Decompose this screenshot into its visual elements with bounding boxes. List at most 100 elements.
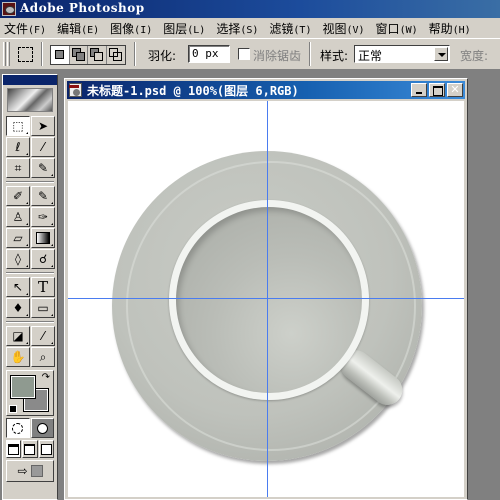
magic-wand-tool[interactable]: ⁄: [31, 137, 55, 157]
subtract-from-selection-button[interactable]: [88, 46, 107, 64]
add-to-selection-button[interactable]: [70, 46, 88, 64]
tool-group-navigation: ◪ ⁄ ✋ ⌕: [3, 325, 57, 368]
history-brush-icon: ✑: [37, 210, 49, 224]
eraser-tool[interactable]: ▱: [6, 228, 30, 248]
adobe-online-logo[interactable]: [7, 88, 53, 112]
menu-layer-accel: (L): [187, 24, 206, 36]
pen-icon: ♦: [12, 301, 24, 315]
antialias-checkbox[interactable]: [238, 48, 250, 60]
options-separator-2: [134, 42, 136, 66]
menu-window-label: 窗口: [375, 21, 400, 36]
new-selection-button[interactable]: [51, 46, 70, 64]
move-tool[interactable]: ➤: [31, 116, 55, 136]
photoshop-eye-icon[interactable]: [2, 2, 16, 16]
horizontal-guide[interactable]: [68, 298, 464, 299]
rectangle-icon: ▭: [37, 301, 49, 315]
intersect-selection-icon-2: [112, 52, 122, 61]
marquee-icon: ⬚: [12, 119, 24, 133]
jump-to-imageready-button[interactable]: ⇨: [6, 460, 54, 482]
notes-tool[interactable]: ◪: [6, 326, 30, 346]
slice-icon: ✎: [37, 161, 49, 175]
magnifier-icon: ⌕: [39, 349, 47, 364]
crop-icon: ⌗: [14, 160, 22, 175]
options-bar-grip[interactable]: [3, 42, 6, 66]
slice-tool[interactable]: ✎: [31, 158, 55, 178]
toolbox-divider: [6, 272, 54, 274]
width-label: 宽度:: [460, 49, 489, 63]
standard-screen-button[interactable]: [6, 440, 22, 458]
swap-colors-icon[interactable]: ↷: [42, 372, 50, 383]
foreground-color-swatch[interactable]: [10, 375, 36, 399]
menu-bar: 文件(F) 编辑(E) 图像(I) 图层(L) 选择(S) 滤镜(T) 视图(V…: [0, 18, 500, 38]
minimize-button[interactable]: [411, 83, 427, 97]
toolbox-title-bar[interactable]: [3, 75, 57, 85]
maximize-button[interactable]: [429, 83, 445, 97]
brush-tool[interactable]: ✎: [31, 186, 55, 206]
rectangular-marquee-tool[interactable]: ⬚: [6, 116, 30, 136]
rectangle-tool[interactable]: ▭: [31, 298, 55, 318]
close-button[interactable]: ✕: [447, 83, 463, 97]
options-separator: [41, 42, 43, 66]
menu-view-label: 视图: [322, 21, 347, 36]
full-screen-menu-button[interactable]: [22, 440, 38, 458]
type-tool[interactable]: T: [31, 277, 55, 297]
dodge-icon: ☌: [38, 252, 48, 266]
gradient-icon: ▦: [36, 232, 50, 244]
hand-tool[interactable]: ✋: [6, 347, 30, 367]
psd-document-icon[interactable]: [69, 83, 82, 97]
tool-group-painting: ✐ ✎ ♙ ✑ ▱ ▦ ◊ ☌: [3, 185, 57, 270]
dodge-tool[interactable]: ☌: [31, 249, 55, 269]
menu-select[interactable]: 选择(S): [216, 20, 258, 37]
vertical-guide[interactable]: [267, 101, 268, 497]
toolbox: ⬚ ➤ ℓ ⁄ ⌗ ✎ ✐ ✎ ♙ ✑ ▱ ▦ ◊ ☌ ↖ T ♦ ▭ ◪ ⁄: [2, 74, 58, 500]
image-canvas[interactable]: [68, 101, 464, 497]
default-colors-icon[interactable]: [9, 405, 17, 413]
path-selection-tool[interactable]: ↖: [6, 277, 30, 297]
move-icon: ➤: [37, 119, 49, 133]
tool-flyout-icon: [26, 202, 28, 204]
document-title-bar[interactable]: 未标题-1.psd @ 100%(图层 6,RGB) ✕: [67, 81, 465, 99]
tool-flyout-icon: [51, 174, 53, 176]
standard-mode-button[interactable]: [6, 418, 30, 438]
style-select[interactable]: 正常: [354, 45, 450, 63]
menu-view[interactable]: 视图(V): [322, 20, 364, 37]
menu-edit[interactable]: 编辑(E): [57, 20, 99, 37]
quick-mask-mode-button[interactable]: [30, 418, 54, 438]
menu-view-accel: (V): [346, 24, 365, 36]
menu-image[interactable]: 图像(I): [110, 20, 152, 37]
history-brush-tool[interactable]: ✑: [31, 207, 55, 227]
options-bar-grip-2[interactable]: [7, 42, 10, 66]
pen-tool[interactable]: ♦: [6, 298, 30, 318]
full-screen-button[interactable]: [38, 440, 54, 458]
eyedropper-tool[interactable]: ⁄: [31, 326, 55, 346]
type-icon: T: [37, 278, 48, 296]
menu-file[interactable]: 文件(F): [4, 20, 46, 37]
menu-file-label: 文件: [4, 21, 29, 36]
brush-icon: ✎: [37, 189, 49, 203]
healing-brush-tool[interactable]: ✐: [6, 186, 30, 206]
blur-tool[interactable]: ◊: [6, 249, 30, 269]
clone-stamp-tool[interactable]: ♙: [6, 207, 30, 227]
healing-brush-icon: ✐: [12, 189, 24, 203]
crop-tool[interactable]: ⌗: [6, 158, 30, 178]
chevron-down-icon[interactable]: [434, 47, 448, 61]
feather-input[interactable]: 0 px: [188, 45, 230, 63]
tool-preset-picker[interactable]: [18, 47, 33, 62]
hand-icon: ✋: [10, 350, 26, 364]
menu-help[interactable]: 帮助(H): [429, 20, 471, 37]
menu-window[interactable]: 窗口(W): [376, 20, 418, 37]
menu-filter-label: 滤镜: [269, 21, 294, 36]
lasso-tool[interactable]: ℓ: [6, 137, 30, 157]
tool-flyout-icon: [51, 244, 53, 246]
antialias-label: 消除锯齿: [253, 49, 302, 63]
toolbox-divider: [6, 321, 54, 323]
tool-flyout-icon: [51, 202, 53, 204]
menu-filter-accel: (T): [293, 24, 312, 36]
intersect-selection-button[interactable]: [107, 46, 125, 64]
gradient-tool[interactable]: ▦: [31, 228, 55, 248]
zoom-tool[interactable]: ⌕: [31, 347, 55, 367]
lasso-icon: ℓ: [15, 140, 21, 154]
menu-filter[interactable]: 滤镜(T): [269, 20, 311, 37]
tool-flyout-icon: [51, 223, 53, 225]
menu-layer[interactable]: 图层(L): [163, 20, 205, 37]
